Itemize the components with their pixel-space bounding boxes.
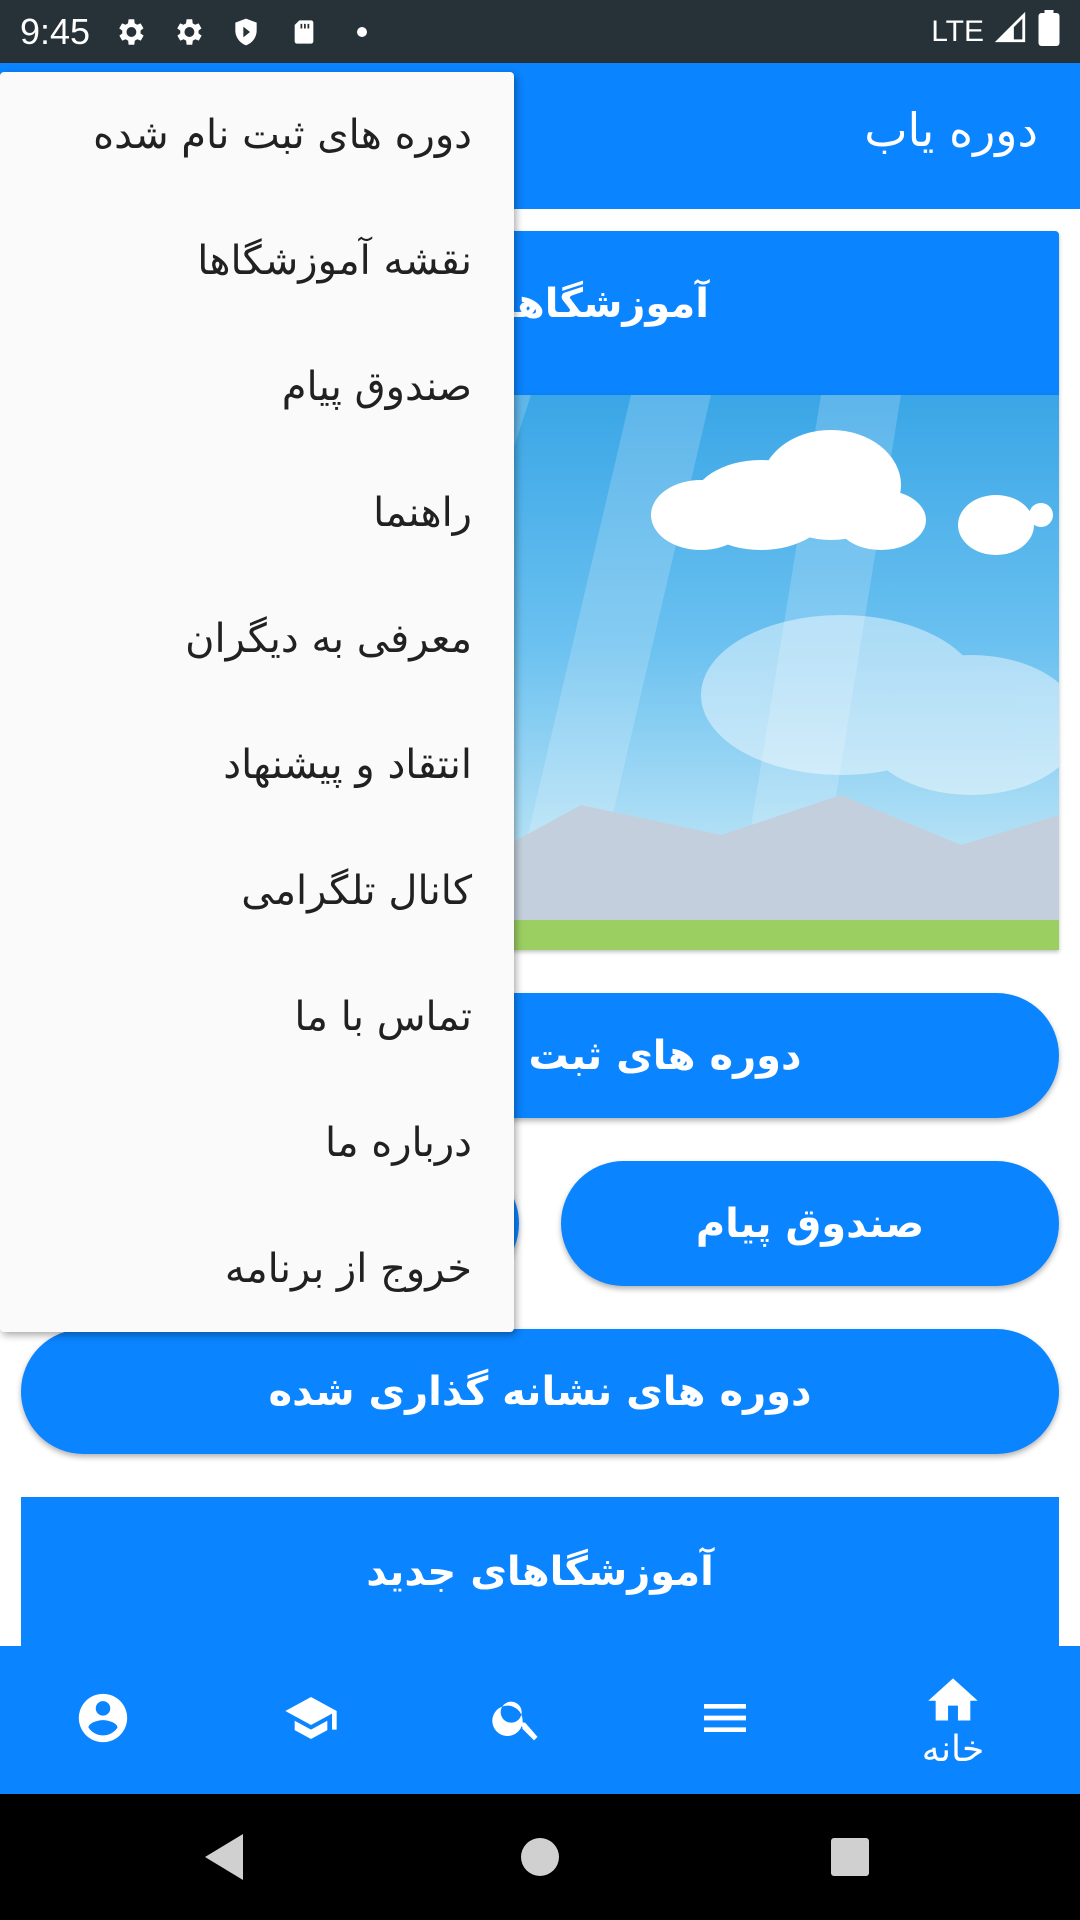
- signal-icon: [994, 11, 1028, 53]
- nav-home[interactable]: خانه: [873, 1646, 1033, 1794]
- search-icon: [489, 1690, 545, 1750]
- status-bar: 9:45 LTE: [0, 0, 1080, 63]
- new-schools-section[interactable]: آموزشگاهای جدید: [21, 1497, 1059, 1647]
- bookmarked-courses-label: دوره های نشانه گذاری شده: [268, 1368, 812, 1415]
- gear-icon: [112, 14, 148, 50]
- drawer-item-contact[interactable]: تماس با ما: [0, 954, 514, 1080]
- bookmarked-courses-button[interactable]: دوره های نشانه گذاری شده: [21, 1329, 1059, 1454]
- nav-menu[interactable]: [645, 1646, 805, 1794]
- drawer-item-help[interactable]: راهنما: [0, 450, 514, 576]
- new-schools-title: آموزشگاهای جدید: [366, 1549, 714, 1595]
- battery-icon: [1038, 9, 1060, 54]
- navigation-drawer: دوره های ثبت نام شده نقشه آموزشگاها صندو…: [0, 72, 514, 1332]
- drawer-item-share[interactable]: معرفی به دیگران: [0, 576, 514, 702]
- status-time: 9:45: [20, 10, 91, 52]
- drawer-item-exit[interactable]: خروج از برنامه: [0, 1206, 514, 1332]
- recents-icon[interactable]: [830, 1837, 870, 1881]
- drawer-item-telegram[interactable]: کانال تلگرامی: [0, 828, 514, 954]
- messages-button[interactable]: صندوق پیام: [561, 1161, 1059, 1286]
- drawer-item-feedback[interactable]: انتقاد و پیشنهاد: [0, 702, 514, 828]
- nav-home-label: خانه: [921, 1728, 985, 1770]
- system-nav-bar: [0, 1794, 1080, 1920]
- nav-profile[interactable]: [23, 1646, 183, 1794]
- nav-search[interactable]: [437, 1646, 597, 1794]
- messages-label: صندوق پیام: [695, 1200, 925, 1247]
- menu-icon: [697, 1690, 753, 1750]
- drawer-item-schools-map[interactable]: نقشه آموزشگاها: [0, 198, 514, 324]
- nav-courses[interactable]: [231, 1646, 391, 1794]
- app-title: دوره یاب: [864, 103, 1038, 157]
- dot-icon: [344, 14, 380, 50]
- school-icon: [281, 1690, 341, 1750]
- back-icon[interactable]: [205, 1834, 245, 1884]
- account-icon: [74, 1689, 132, 1751]
- sd-card-icon: [286, 14, 322, 50]
- gear-icon: [170, 14, 206, 50]
- registered-courses-label: دوره های ثبت: [528, 1032, 802, 1079]
- bottom-nav: خانه: [0, 1646, 1080, 1794]
- home-circle-icon[interactable]: [520, 1837, 560, 1881]
- home-icon: [923, 1671, 983, 1727]
- shield-icon: [228, 14, 264, 50]
- drawer-item-registered-courses[interactable]: دوره های ثبت نام شده: [0, 72, 514, 198]
- drawer-item-about[interactable]: درباره ما: [0, 1080, 514, 1206]
- drawer-item-messages[interactable]: صندوق پیام: [0, 324, 514, 450]
- network-label: LTE: [931, 14, 984, 48]
